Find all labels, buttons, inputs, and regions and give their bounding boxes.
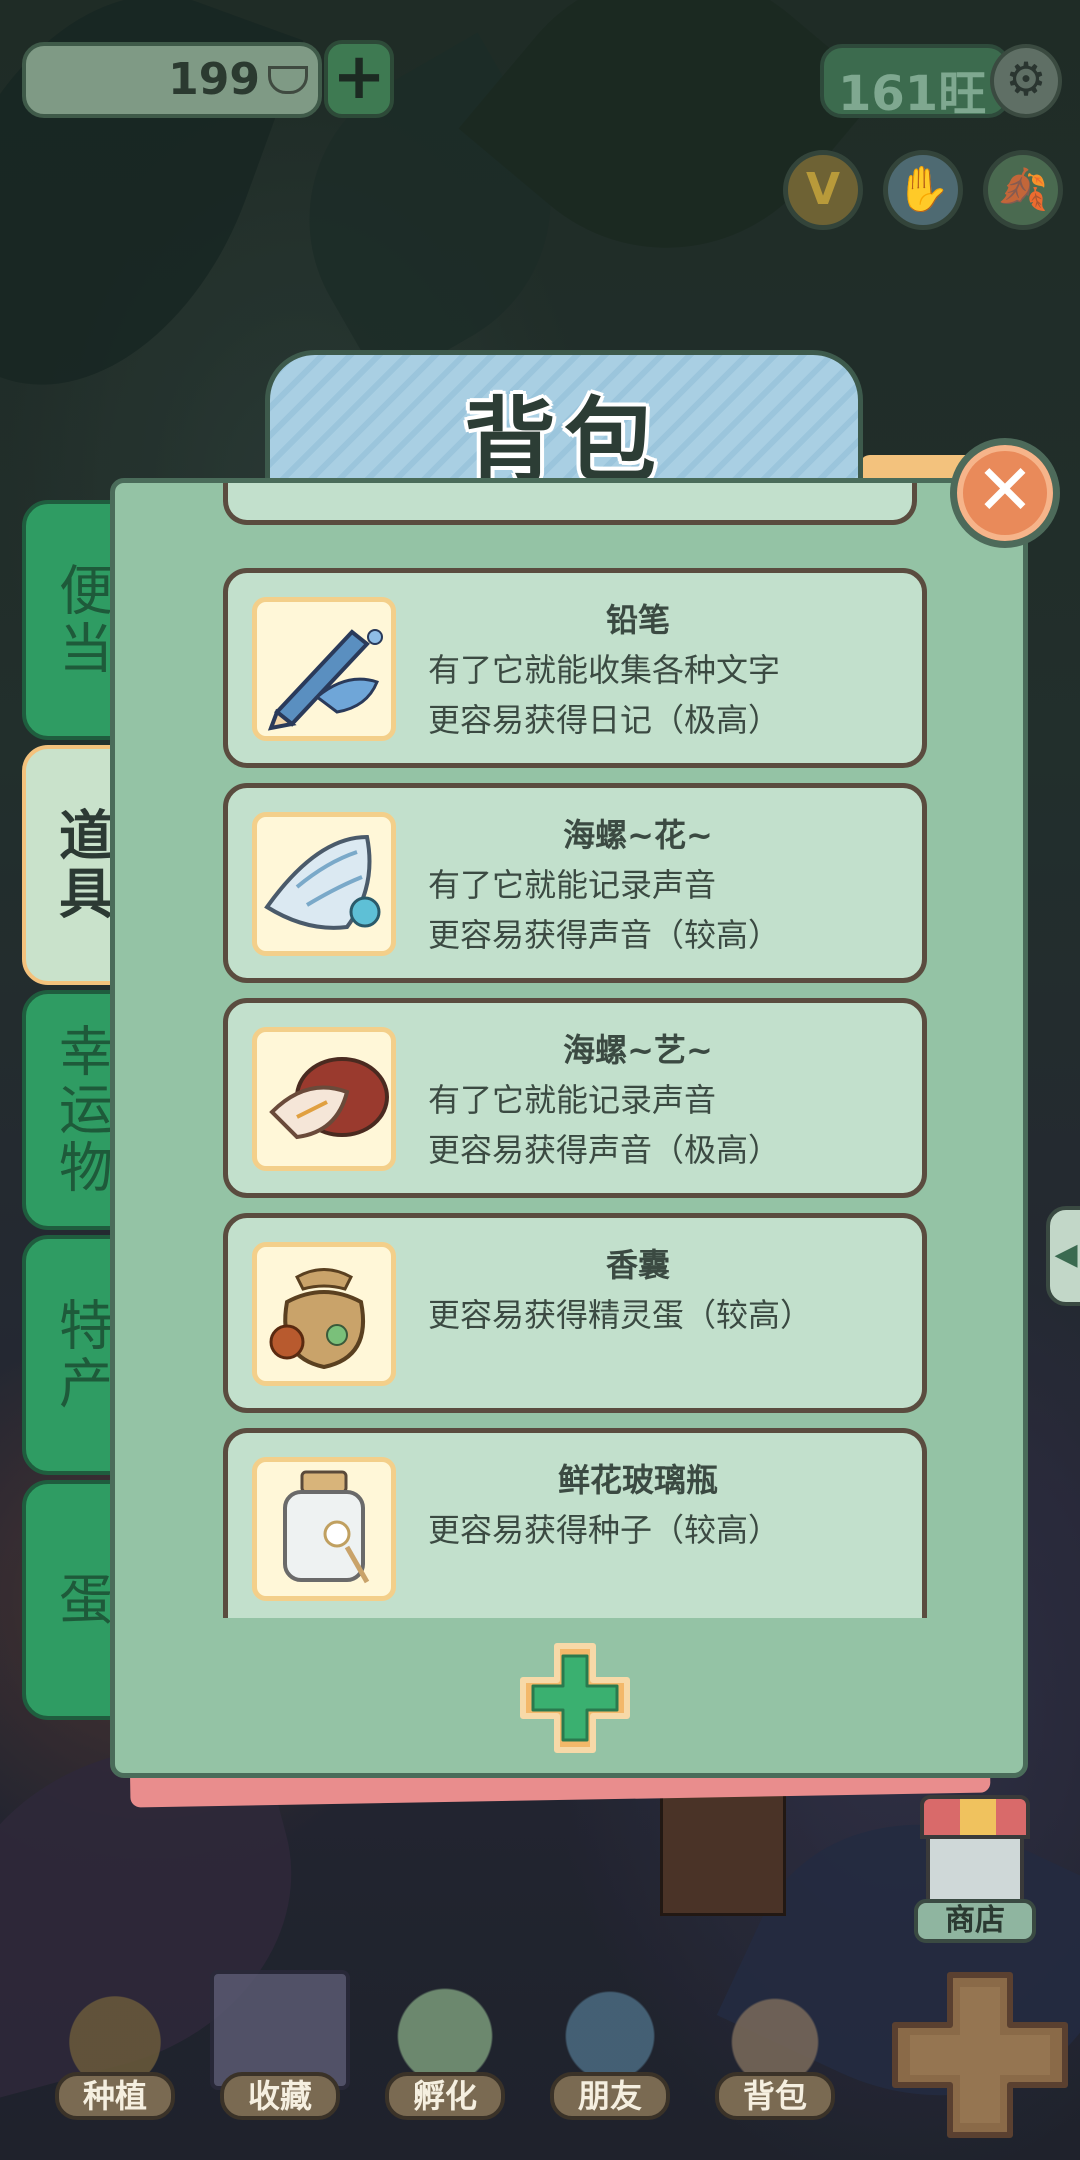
item-effect: 更容易获得种子（较高）	[428, 1511, 781, 1549]
backpack-panel: 铅笔 有了它就能收集各种文字 更容易获得日记（极高） 海螺~花~ 有了它就能记录…	[110, 478, 1028, 1778]
item-effect: 更容易获得声音（极高）	[428, 1131, 781, 1169]
tab-label: 幸运物	[49, 1023, 113, 1197]
nav-label: 收藏	[220, 2072, 340, 2120]
nav-label: 朋友	[550, 2072, 670, 2120]
wang-amount: 161旺	[838, 66, 987, 122]
list-item[interactable]: 铅笔 有了它就能收集各种文字 更容易获得日记（极高）	[223, 568, 927, 768]
hand-icon[interactable]: ✋	[883, 150, 963, 230]
nav-hatching[interactable]: 孵化	[370, 1970, 520, 2120]
nav-planting[interactable]: 种植	[40, 1970, 190, 2120]
shop-storefront-icon	[926, 1835, 1024, 1905]
nav-collection[interactable]: 收藏	[205, 1970, 355, 2120]
item-effect: 更容易获得声音（较高）	[428, 916, 781, 954]
nav-label: 背包	[715, 2072, 835, 2120]
item-description: 有了它就能收集各种文字	[428, 651, 781, 689]
add-coins-button[interactable]: +	[324, 40, 394, 118]
tab-label: 蛋	[49, 1571, 113, 1629]
tab-label: 特产	[49, 1297, 113, 1413]
nav-label: 孵化	[385, 2072, 505, 2120]
item-name: 海螺~花~	[563, 816, 713, 854]
item-name: 铅笔	[605, 601, 670, 639]
ingot-icon	[268, 66, 308, 94]
list-item[interactable]: 海螺~花~ 有了它就能记录声音 更容易获得声音（较高）	[223, 783, 927, 983]
nav-backpack[interactable]: 背包	[700, 1970, 850, 2120]
coin-counter: 199	[22, 42, 322, 118]
conch-shell-blue-icon	[252, 812, 396, 956]
tab-label: 道具	[49, 807, 113, 923]
item-description: 有了它就能记录声音	[428, 1081, 717, 1119]
wang-counter: 161旺	[820, 44, 1010, 122]
item-name: 香囊	[605, 1246, 670, 1284]
vip-button[interactable]: V	[783, 150, 863, 230]
list-item[interactable]: 鲜花玻璃瓶 更容易获得种子（较高）	[223, 1428, 927, 1618]
list-item-partial	[223, 483, 917, 525]
main-action-plus-icon[interactable]	[885, 1965, 1075, 2145]
shop-awning-icon	[920, 1795, 1030, 1839]
side-expand-arrow-icon[interactable]: ◀	[1046, 1206, 1080, 1306]
settings-gear-icon[interactable]: ⚙	[990, 44, 1062, 118]
sachet-icon	[252, 1242, 396, 1386]
list-item[interactable]: 香囊 更容易获得精灵蛋（较高）	[223, 1213, 927, 1413]
coin-amount: 199	[168, 54, 260, 105]
add-item-button[interactable]	[515, 1638, 635, 1758]
item-description: 更容易获得精灵蛋（较高）	[428, 1296, 813, 1334]
tab-label: 便当	[49, 562, 113, 678]
nav-friends[interactable]: 朋友	[535, 1970, 685, 2120]
item-name: 鲜花玻璃瓶	[557, 1461, 718, 1499]
item-effect: 更容易获得日记（极高）	[428, 701, 781, 739]
item-name: 海螺~艺~	[563, 1031, 713, 1069]
flower-bottle-icon	[252, 1457, 396, 1601]
shop-label: 商店	[914, 1899, 1036, 1943]
conch-shell-red-icon	[252, 1027, 396, 1171]
shop-button[interactable]: 商店	[914, 1795, 1036, 1945]
pencil-icon	[252, 597, 396, 741]
ginkgo-leaf-icon[interactable]: 🍂	[983, 150, 1063, 230]
list-item[interactable]: 海螺~艺~ 有了它就能记录声音 更容易获得声音（极高）	[223, 998, 927, 1198]
nav-label: 种植	[55, 2072, 175, 2120]
item-description: 有了它就能记录声音	[428, 866, 717, 904]
close-button[interactable]: ✕	[950, 438, 1060, 548]
